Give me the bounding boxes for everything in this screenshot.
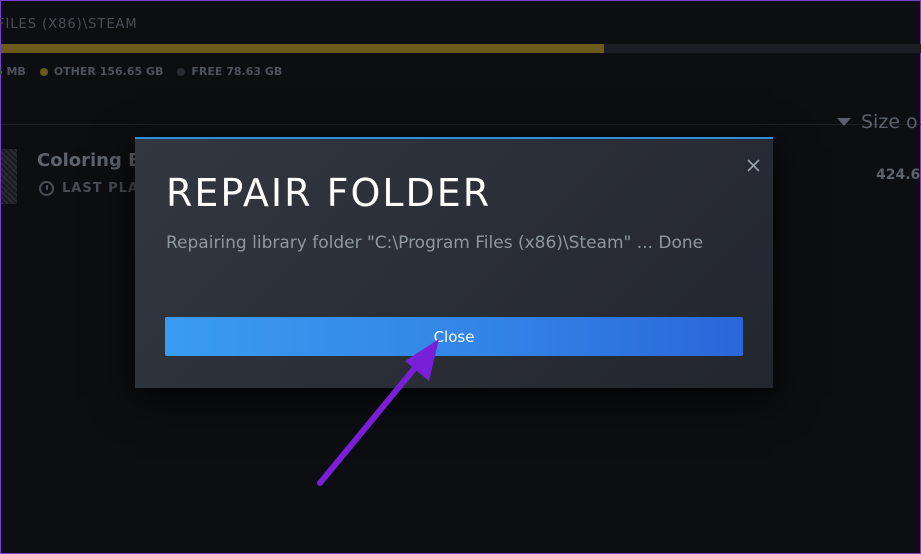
dialog-title: REPAIR FOLDER (166, 171, 492, 215)
dialog-message: Repairing library folder "C:\Program Fil… (166, 233, 704, 253)
legend-other-dot-icon (39, 67, 48, 76)
game-size: 424.6 (876, 167, 921, 183)
library-path-label: FILES (X86)\STEAM (0, 17, 138, 32)
repair-folder-dialog: REPAIR FOLDER Repairing library folder "… (135, 137, 773, 388)
sort-dropdown[interactable]: Size o (837, 111, 918, 133)
legend-free-dot-icon (177, 67, 186, 76)
list-header-divider (1, 124, 921, 125)
dialog-close-button[interactable] (741, 153, 765, 177)
game-last-played: LAST PLA (39, 181, 139, 196)
close-icon (746, 158, 760, 172)
close-button[interactable]: Close (165, 317, 743, 356)
sort-dropdown-label: Size o (861, 111, 918, 133)
storage-usage-bar (1, 44, 921, 53)
storage-legend: 6 MB OTHER 156.65 GB FREE 78.63 GB (0, 65, 282, 78)
game-last-played-label: LAST PLA (62, 181, 139, 196)
legend-free: FREE 78.63 GB (177, 65, 282, 78)
legend-other: OTHER 156.65 GB (39, 65, 164, 78)
game-thumbnail (1, 149, 17, 204)
usage-bar-other-fill (1, 44, 605, 53)
clock-icon (39, 181, 54, 196)
legend-free-label: FREE 78.63 GB (191, 65, 283, 78)
game-title[interactable]: Coloring B (37, 150, 142, 171)
legend-partial-label: 6 MB (0, 65, 26, 78)
legend-other-label: OTHER 156.65 GB (53, 65, 164, 78)
caret-down-icon (837, 118, 851, 126)
